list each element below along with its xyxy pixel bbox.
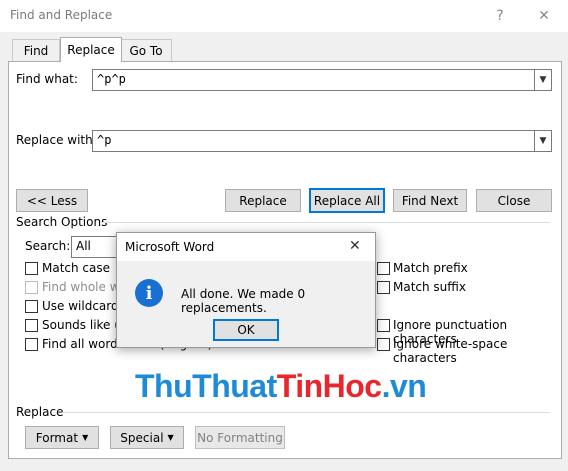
less-button[interactable]: << Less bbox=[16, 189, 88, 212]
tab-goto-label: Go To bbox=[129, 44, 163, 58]
chevron-down-icon[interactable]: ▼ bbox=[534, 70, 551, 90]
match-suffix-checkbox[interactable] bbox=[377, 281, 390, 294]
watermark-part2: TinHoc bbox=[276, 368, 382, 404]
caret-down-icon: ▼ bbox=[167, 433, 174, 442]
dialog-header: Microsoft Word ✕ bbox=[117, 233, 375, 261]
sounds-like-label: Sounds like (E bbox=[42, 318, 127, 332]
watermark-part3: .vn bbox=[381, 368, 427, 404]
window-close-button[interactable]: ✕ bbox=[524, 0, 564, 32]
replace-section-divider bbox=[62, 412, 550, 413]
match-case-label: Match case bbox=[42, 261, 111, 275]
match-suffix-label: Match suffix bbox=[393, 280, 466, 294]
watermark-part1: ThuThuat bbox=[135, 368, 277, 404]
use-wildcards-label: Use wildcards bbox=[42, 299, 125, 313]
match-prefix-checkbox[interactable] bbox=[377, 262, 390, 275]
replace-section-title: Replace bbox=[16, 405, 64, 419]
special-button[interactable]: Special ▼ bbox=[110, 426, 184, 449]
search-options-title: Search Options bbox=[16, 215, 108, 229]
find-what-value: ^p^p bbox=[97, 72, 126, 86]
close-button[interactable]: Close bbox=[476, 189, 552, 212]
find-what-label: Find what: bbox=[16, 72, 78, 86]
match-prefix-label: Match prefix bbox=[393, 261, 468, 275]
search-direction-label: Search: bbox=[25, 239, 71, 253]
ignore-whitespace-checkbox[interactable] bbox=[377, 338, 390, 351]
use-wildcards-checkbox[interactable] bbox=[25, 300, 38, 313]
search-options-divider bbox=[100, 222, 550, 223]
replace-all-button[interactable]: Replace All bbox=[309, 188, 385, 213]
format-button-label: Format bbox=[35, 430, 79, 445]
tab-replace-label: Replace bbox=[67, 43, 115, 57]
find-whole-words-checkbox[interactable] bbox=[25, 281, 38, 294]
no-formatting-button[interactable]: No Formatting bbox=[195, 426, 285, 449]
replace-with-field[interactable]: ^p ▼ bbox=[92, 130, 552, 152]
dialog-message: All done. We made 0 replacements. bbox=[181, 287, 306, 315]
tab-find-label: Find bbox=[23, 44, 49, 58]
message-dialog: Microsoft Word ✕ i All done. We made 0 r… bbox=[116, 232, 376, 348]
ok-button[interactable]: OK bbox=[213, 319, 279, 341]
tab-find[interactable]: Find bbox=[12, 39, 60, 62]
sounds-like-checkbox[interactable] bbox=[25, 319, 38, 332]
match-case-checkbox[interactable] bbox=[25, 262, 38, 275]
format-button[interactable]: Format ▼ bbox=[25, 426, 99, 449]
info-icon: i bbox=[135, 279, 163, 307]
dialog-title: Microsoft Word bbox=[125, 240, 215, 254]
search-direction-value: All bbox=[76, 239, 91, 253]
replace-with-label: Replace with: bbox=[16, 133, 97, 147]
find-all-word-forms-checkbox[interactable] bbox=[25, 338, 38, 351]
replace-button[interactable]: Replace bbox=[225, 189, 301, 212]
ignore-whitespace-label: Ignore white-space characters bbox=[393, 337, 508, 365]
site-watermark: ThuThuatTinHoc.vn bbox=[135, 368, 427, 405]
find-next-button[interactable]: Find Next bbox=[393, 189, 467, 212]
replace-with-value: ^p bbox=[97, 133, 112, 147]
help-button[interactable]: ? bbox=[480, 0, 520, 32]
find-whole-words-label: Find whole wo bbox=[42, 280, 127, 294]
find-what-field[interactable]: ^p^p ▼ bbox=[92, 69, 552, 91]
tab-goto[interactable]: Go To bbox=[120, 39, 172, 62]
dialog-close-icon[interactable]: ✕ bbox=[349, 238, 361, 254]
special-button-label: Special bbox=[120, 430, 164, 445]
tab-replace[interactable]: Replace bbox=[60, 37, 122, 62]
ignore-punctuation-checkbox[interactable] bbox=[377, 319, 390, 332]
window-title: Find and Replace bbox=[10, 8, 113, 22]
caret-down-icon: ▼ bbox=[82, 433, 89, 442]
chevron-down-icon[interactable]: ▼ bbox=[534, 131, 551, 151]
title-bar: Find and Replace ? ✕ bbox=[0, 0, 568, 32]
